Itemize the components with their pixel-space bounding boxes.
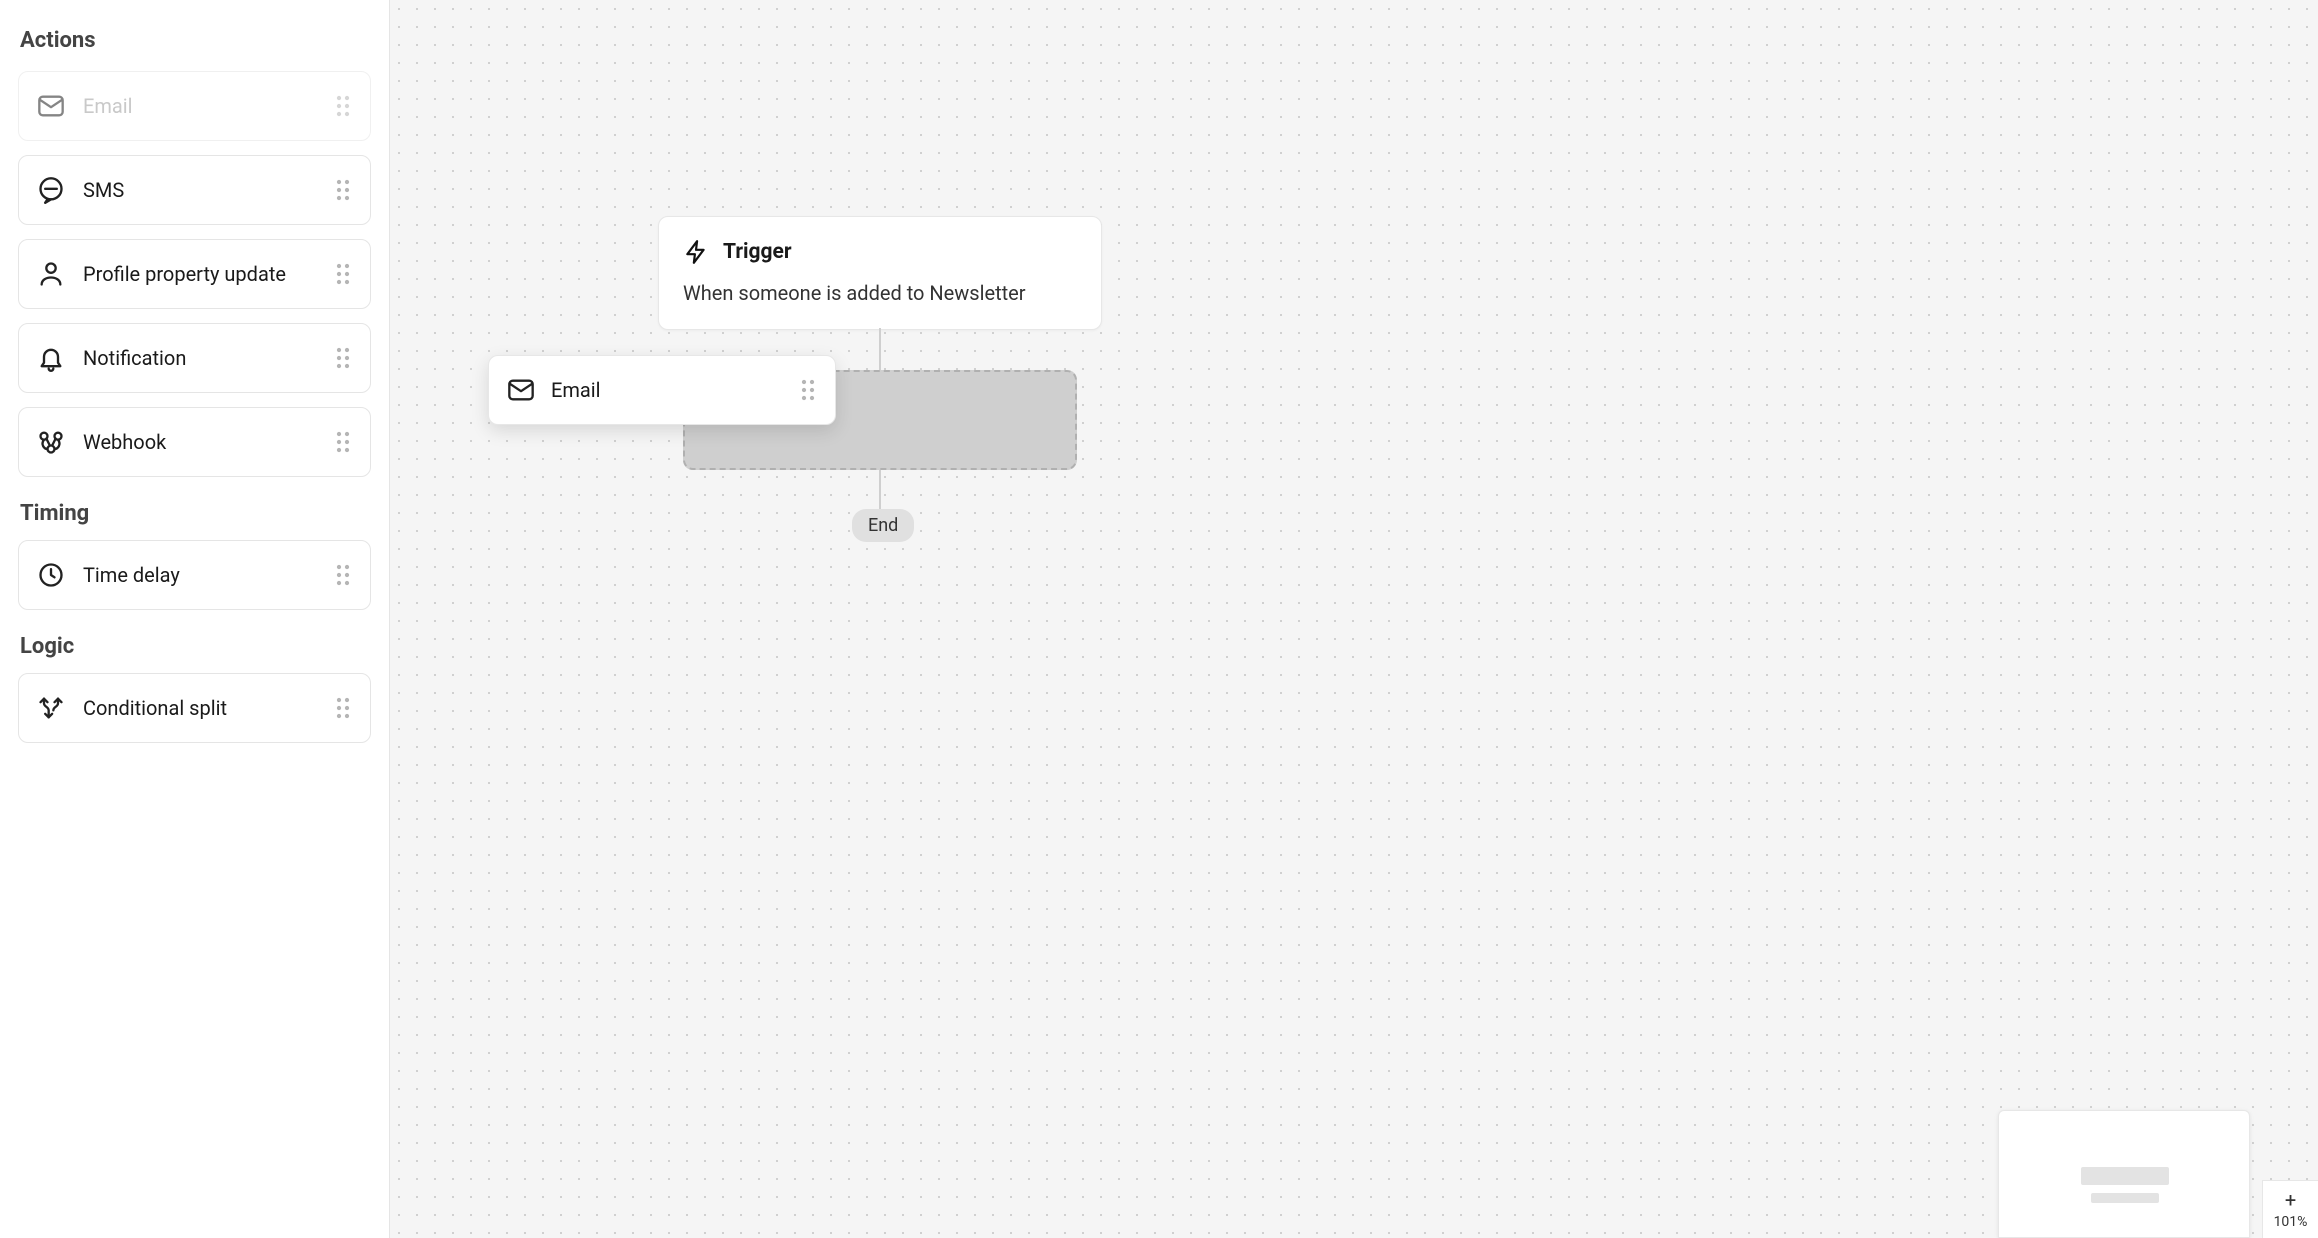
dragging-block-email[interactable]: Email: [488, 355, 836, 425]
block-notification[interactable]: Notification: [18, 323, 371, 393]
block-label: SMS: [83, 178, 124, 202]
drag-handle-icon[interactable]: [334, 178, 352, 202]
drag-handle-icon[interactable]: [334, 563, 352, 587]
connector-line: [879, 470, 881, 510]
block-label: Notification: [83, 346, 186, 370]
block-label: Profile property update: [83, 262, 286, 286]
minimap[interactable]: [1998, 1110, 2250, 1238]
block-label: Time delay: [83, 563, 180, 587]
mail-icon: [37, 92, 65, 120]
block-label: Conditional split: [83, 696, 227, 720]
connector-line: [879, 328, 881, 370]
minimap-block: [2081, 1167, 2169, 1185]
trigger-title: Trigger: [723, 240, 792, 264]
trigger-description: When someone is added to Newsletter: [683, 281, 1077, 305]
sidebar: Actions Email SMS: [0, 0, 390, 1238]
trigger-node[interactable]: Trigger When someone is added to Newslet…: [658, 216, 1102, 330]
block-time-delay[interactable]: Time delay: [18, 540, 371, 610]
block-sms[interactable]: SMS: [18, 155, 371, 225]
drag-handle-icon[interactable]: [334, 696, 352, 720]
zoom-in-button[interactable]: +: [2285, 1190, 2296, 1210]
end-node[interactable]: End: [852, 509, 914, 542]
clock-icon: [37, 561, 65, 589]
split-icon: [37, 694, 65, 722]
bell-icon: [37, 344, 65, 372]
drag-handle-icon[interactable]: [334, 430, 352, 454]
zoom-control: + 101%: [2262, 1180, 2318, 1238]
block-label: Email: [83, 94, 133, 118]
block-label: Webhook: [83, 430, 166, 454]
block-conditional-split[interactable]: Conditional split: [18, 673, 371, 743]
minimap-block: [2091, 1193, 2159, 1203]
section-title-timing: Timing: [20, 501, 371, 526]
block-profile-property-update[interactable]: Profile property update: [18, 239, 371, 309]
lightning-icon: [683, 239, 709, 265]
person-icon: [37, 260, 65, 288]
block-webhook[interactable]: Webhook: [18, 407, 371, 477]
sms-icon: [37, 176, 65, 204]
actions-list: Email SMS: [18, 71, 371, 477]
drag-handle-icon[interactable]: [799, 378, 817, 402]
block-email[interactable]: Email: [18, 71, 371, 141]
zoom-level: 101%: [2274, 1214, 2308, 1230]
section-title-actions: Actions: [20, 28, 371, 53]
drag-handle-icon[interactable]: [334, 94, 352, 118]
block-label: Email: [551, 378, 601, 402]
drag-handle-icon[interactable]: [334, 346, 352, 370]
mail-icon: [507, 376, 535, 404]
timing-list: Time delay: [18, 540, 371, 610]
logic-list: Conditional split: [18, 673, 371, 743]
section-title-logic: Logic: [20, 634, 371, 659]
flow-canvas[interactable]: Trigger When someone is added to Newslet…: [390, 0, 2318, 1238]
drag-handle-icon[interactable]: [334, 262, 352, 286]
webhook-icon: [37, 428, 65, 456]
